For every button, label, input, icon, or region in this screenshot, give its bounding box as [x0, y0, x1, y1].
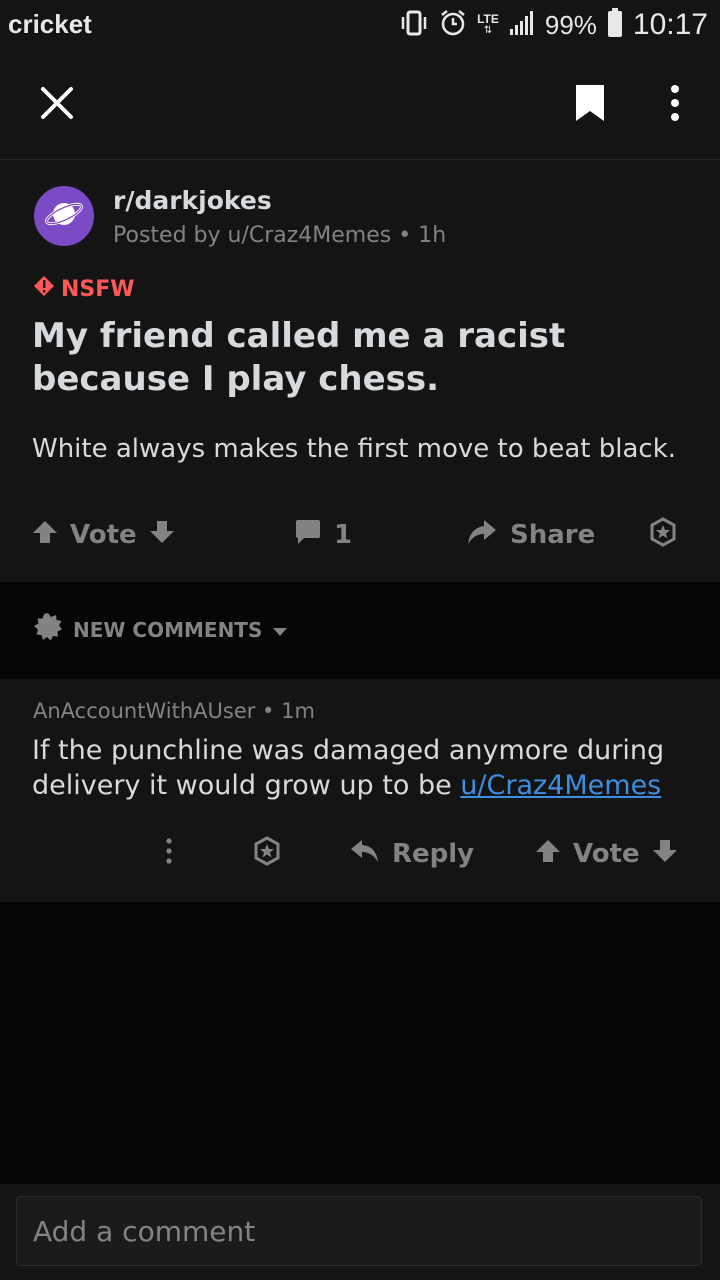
upvote-icon[interactable] [32, 519, 58, 552]
comment-vote-group: Vote [535, 829, 678, 879]
network-type: LTE [477, 12, 499, 26]
subreddit-name[interactable]: r/darkjokes [113, 186, 272, 215]
bookmark-icon [574, 83, 606, 127]
comment-more-button[interactable] [165, 829, 173, 879]
comment-body: If the punchline was damaged anymore dur… [32, 733, 692, 803]
post-actions: Vote 1 Share [0, 510, 720, 560]
carrier-name: cricket [8, 9, 92, 39]
share-icon [466, 518, 498, 553]
add-comment-input[interactable] [16, 1196, 702, 1266]
comment-award-button[interactable] [252, 829, 282, 879]
lte-icon: LTE ⇅ [477, 12, 499, 36]
sort-label: NEW COMMENTS [73, 617, 263, 642]
comment-icon [294, 518, 322, 553]
more-vertical-icon [165, 837, 173, 871]
post-card: r/darkjokes Posted by u/Craz4Memes • 1h … [0, 160, 720, 582]
award-button[interactable] [648, 510, 678, 560]
award-icon [648, 516, 678, 554]
comment-count: 1 [334, 520, 353, 550]
post-title: My friend called me a racist because I p… [32, 316, 566, 399]
alarm-icon [439, 9, 467, 42]
new-badge-icon [33, 612, 63, 647]
bookmark-button[interactable] [555, 50, 625, 159]
downvote-icon[interactable] [652, 838, 678, 871]
more-options-button[interactable] [650, 50, 700, 159]
post-toolbar [0, 50, 720, 160]
post-meta[interactable]: Posted by u/Craz4Memes • 1h [113, 223, 446, 248]
battery-percent: 99% [544, 9, 597, 40]
comments-button[interactable]: 1 [294, 510, 352, 560]
signal-icon [509, 10, 535, 41]
comment-composer [0, 1184, 720, 1280]
nsfw-badge: NSFW [33, 275, 135, 303]
post-vote-group: Vote [32, 510, 175, 560]
clock: 10:17 [632, 8, 708, 41]
nsfw-label: NSFW [61, 276, 135, 302]
comment-card: AnAccountWithAUser • 1m If the punchline… [0, 679, 720, 902]
comment-actions: Reply Vote [0, 829, 720, 879]
reply-label: Reply [392, 839, 475, 869]
vote-label: Vote [70, 520, 137, 550]
chevron-down-icon [272, 618, 288, 642]
downvote-icon[interactable] [149, 519, 175, 552]
comment-sort-bar: NEW COMMENTS [0, 582, 720, 679]
status-icons: LTE ⇅ 99% 10:17 [399, 7, 708, 43]
share-label: Share [510, 520, 596, 550]
upvote-icon[interactable] [535, 838, 561, 871]
user-link[interactable]: u/Craz4Memes [460, 770, 661, 801]
award-icon [252, 835, 282, 873]
sort-dropdown[interactable]: NEW COMMENTS [33, 612, 288, 647]
close-button[interactable] [22, 50, 92, 159]
status-bar: cricket LTE ⇅ 99% 10:17 [0, 0, 720, 50]
reply-icon [350, 838, 380, 871]
subreddit-avatar[interactable] [34, 186, 94, 246]
reply-button[interactable]: Reply [350, 829, 474, 879]
planet-icon [44, 194, 84, 238]
comment-meta[interactable]: AnAccountWithAUser • 1m [33, 699, 315, 723]
post-body: White always makes the first move to bea… [32, 434, 677, 464]
vibrate-icon [399, 9, 429, 42]
battery-icon [607, 7, 623, 43]
close-icon [40, 86, 74, 124]
vote-label: Vote [573, 839, 640, 869]
more-vertical-icon [670, 84, 680, 125]
share-button[interactable]: Share [466, 510, 595, 560]
nsfw-diamond-icon [33, 275, 55, 303]
